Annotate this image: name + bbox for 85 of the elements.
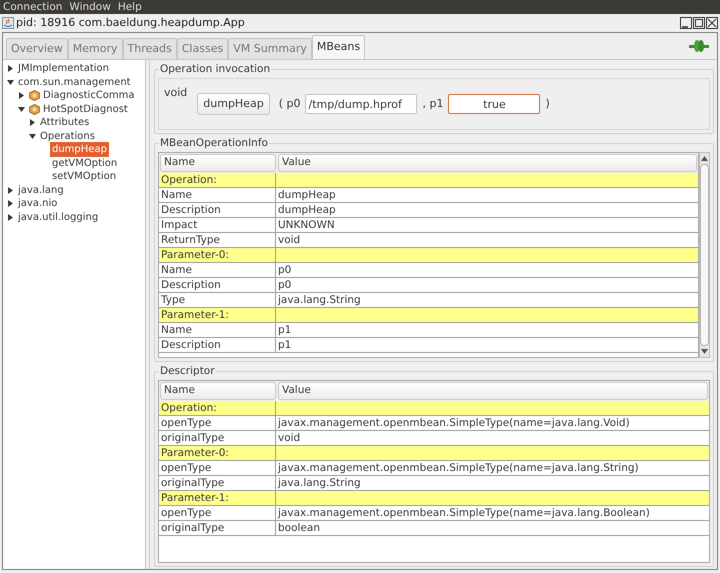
property-value: UNKNOWN xyxy=(278,219,335,231)
column-header[interactable]: Value xyxy=(278,154,697,172)
property-name: originalType xyxy=(161,522,224,534)
menu-item[interactable]: Help xyxy=(118,1,142,13)
parameter-label: , p1 xyxy=(422,96,444,112)
collapsed-arrow-icon[interactable] xyxy=(7,65,14,72)
property-value: java.lang.String xyxy=(278,477,361,489)
property-name: ReturnType xyxy=(161,234,220,246)
tree-item[interactable]: DiagnosticComma xyxy=(43,88,135,104)
tree-item[interactable]: JMImplementation xyxy=(18,61,109,76)
section-label: Operation: xyxy=(161,174,217,186)
menu-item[interactable]: Window xyxy=(69,1,111,13)
column-header[interactable]: Name xyxy=(160,382,276,400)
property-value: p0 xyxy=(278,264,292,276)
property-name: Name xyxy=(161,189,192,201)
property-value: void xyxy=(278,234,300,246)
group-title: MBeanOperationInfo xyxy=(159,136,269,150)
property-value: javax.management.openmbean.SimpleType(name=java.lang.Boolean) xyxy=(278,507,650,519)
section-label: Parameter-0: xyxy=(161,249,229,261)
section-label: Parameter-1: xyxy=(161,309,229,321)
property-value: boolean xyxy=(278,522,320,534)
property-value: p0 xyxy=(278,279,292,291)
tree-item[interactable]: setVMOption xyxy=(52,169,116,184)
closing-parenthesis: ) xyxy=(545,96,550,112)
window-title: pid: 18916 com.baeldung.heapdump.App xyxy=(16,14,245,31)
property-value: p1 xyxy=(278,324,292,336)
tree-item[interactable]: java.util.logging xyxy=(18,210,98,225)
property-value: dumpHeap xyxy=(278,204,336,216)
connection-plug-icon[interactable] xyxy=(689,40,709,52)
group-title: Operation invocation xyxy=(159,62,272,76)
property-value: javax.management.openmbean.SimpleType(name=java.lang.Void) xyxy=(278,417,630,429)
scroll-down-arrow-icon[interactable] xyxy=(701,349,708,354)
column-header[interactable]: Value xyxy=(278,382,708,400)
property-name: Description xyxy=(161,279,221,291)
input-field[interactable]: /tmp/dump.hprof xyxy=(305,94,418,114)
column-header[interactable]: Name xyxy=(160,154,276,172)
tab[interactable]: MBeans xyxy=(312,35,366,59)
property-value: javax.management.openmbean.SimpleType(name=java.lang.String) xyxy=(278,462,639,474)
parameter-label: ( p0 xyxy=(278,96,300,112)
invoke-button[interactable]: dumpHeap xyxy=(197,93,270,115)
property-value: java.lang.String xyxy=(278,294,361,306)
collapsed-arrow-icon[interactable] xyxy=(29,119,36,126)
tree-item[interactable]: HotSpotDiagnost xyxy=(43,102,128,117)
property-name: Description xyxy=(161,339,221,351)
input-field[interactable]: true xyxy=(448,94,540,114)
collapsed-arrow-icon[interactable] xyxy=(7,186,14,194)
property-name: originalType xyxy=(161,477,224,489)
minimize-icon[interactable] xyxy=(680,17,692,29)
tree-item[interactable]: Attributes xyxy=(40,115,90,130)
tree-item[interactable]: java.nio xyxy=(18,196,58,212)
property-value: p1 xyxy=(278,339,292,351)
menu-item[interactable]: Connection xyxy=(3,1,62,13)
collapsed-arrow-icon[interactable] xyxy=(7,214,14,221)
collapsed-arrow-icon[interactable] xyxy=(7,200,14,208)
scrollbar[interactable] xyxy=(699,152,710,358)
group-title: Descriptor xyxy=(159,364,216,378)
property-value: void xyxy=(278,432,300,444)
tree-item[interactable]: dumpHeap xyxy=(50,142,109,158)
scroll-up-arrow-icon[interactable] xyxy=(701,156,708,161)
maximize-icon[interactable] xyxy=(693,17,705,29)
tree-item[interactable]: getVMOption xyxy=(52,156,118,171)
property-name: Name xyxy=(161,264,192,276)
section-label: Parameter-0: xyxy=(161,447,229,459)
property-name: openType xyxy=(161,417,212,429)
property-name: Impact xyxy=(161,219,198,231)
tree-item[interactable]: com.sun.management xyxy=(18,74,131,90)
property-name: Name xyxy=(161,324,192,336)
close-icon[interactable] xyxy=(706,17,718,29)
collapsed-arrow-icon[interactable] xyxy=(18,92,25,100)
property-value: dumpHeap xyxy=(278,189,336,201)
return-type: void xyxy=(164,85,188,101)
bean-icon xyxy=(29,104,40,115)
expanded-arrow-icon[interactable] xyxy=(18,106,25,113)
tree-item[interactable]: Operations xyxy=(40,128,95,144)
property-name: Type xyxy=(161,294,186,306)
property-name: Description xyxy=(161,204,221,216)
property-name: openType xyxy=(161,462,212,474)
expanded-arrow-icon[interactable] xyxy=(29,132,36,140)
tree-item[interactable]: java.lang xyxy=(18,182,64,198)
property-name: originalType xyxy=(161,432,224,444)
bean-icon xyxy=(29,90,40,102)
property-name: openType xyxy=(161,507,212,519)
expanded-arrow-icon[interactable] xyxy=(7,78,14,86)
section-label: Operation: xyxy=(161,402,217,414)
section-label: Parameter-1: xyxy=(161,492,229,504)
